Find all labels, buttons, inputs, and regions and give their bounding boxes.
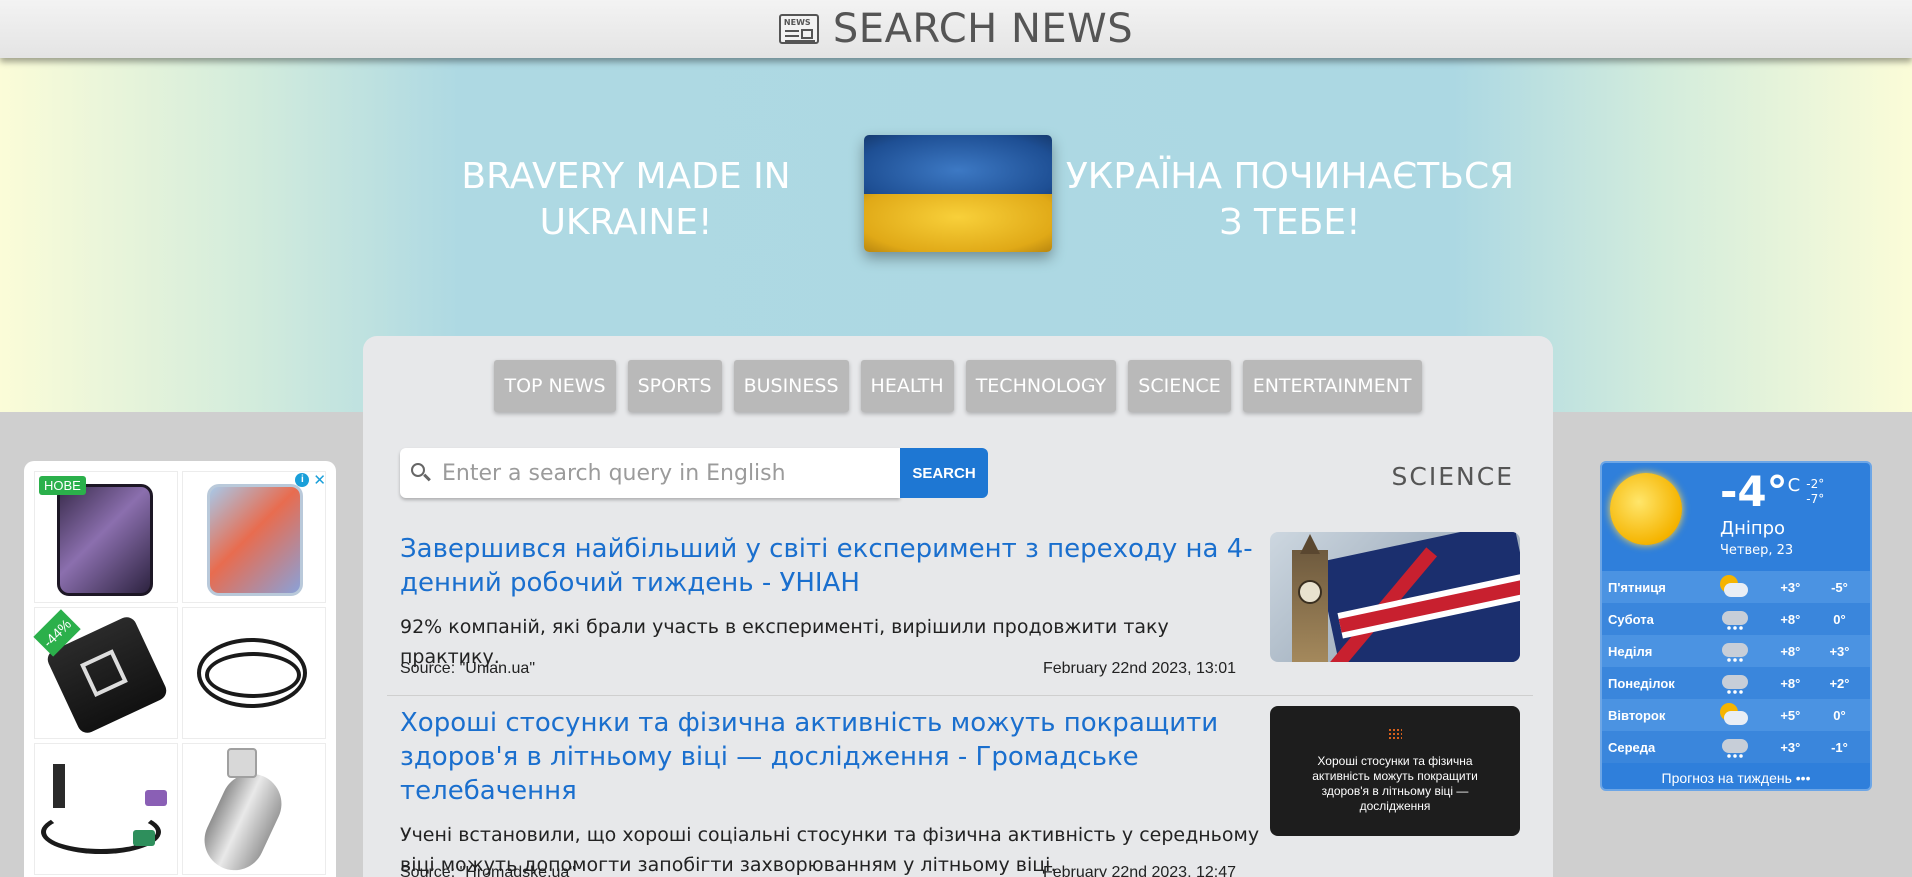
- article-meta: Source: "Hromadske.ua" February 22nd 202…: [400, 864, 1236, 877]
- article-source: Source: "Unian.ua": [400, 660, 535, 677]
- ad-info-icon[interactable]: i: [295, 473, 310, 487]
- temperature-min: -7°: [1806, 492, 1825, 506]
- site-logo[interactable]: NEWS SEARCH NEWS: [778, 6, 1134, 52]
- forecast-row: П'ятниця +3° -5°: [1602, 571, 1870, 603]
- category-health[interactable]: HEALTH: [860, 360, 954, 412]
- article-date: February 22nd 2023, 12:47: [1042, 864, 1236, 877]
- forecast-row: Середа +3° -1°: [1602, 731, 1870, 763]
- new-badge: НОВЕ: [39, 476, 86, 495]
- site-header: NEWS SEARCH NEWS: [0, 0, 1912, 58]
- category-sports[interactable]: SPORTS: [627, 360, 722, 412]
- weather-date: Четвер, 23: [1720, 543, 1794, 558]
- slogan-ukrainian: УКРАЇНА ПОЧИНАЄТЬСЯ З ТЕБЕ!: [1065, 156, 1515, 243]
- article-source: Source: "Hromadske.ua": [400, 864, 575, 877]
- sun-icon: [1610, 473, 1682, 545]
- newspaper-icon: NEWS: [778, 14, 819, 44]
- weather-city: Дніпро: [1720, 518, 1786, 539]
- category-top-news[interactable]: TOP NEWS: [494, 360, 616, 412]
- forecast-row: Субота +8° 0°: [1602, 603, 1870, 635]
- ad-product-iphone-blue[interactable]: [182, 471, 326, 603]
- category-entertainment[interactable]: ENTERTAINMENT: [1242, 360, 1422, 412]
- thumbnail-caption: Хороші стосунки та фізична активність мо…: [1312, 754, 1478, 813]
- ad-close-icon[interactable]: ✕: [313, 471, 326, 489]
- sun-cloud-icon: [1718, 575, 1748, 599]
- ad-banner[interactable]: i ✕ НОВЕ -44%: [24, 461, 336, 877]
- hromadske-logo-icon: [1388, 728, 1402, 740]
- article-date: February 22nd 2023, 13:01: [1042, 660, 1236, 677]
- snow-cloud-icon: [1718, 639, 1748, 663]
- weather-widget[interactable]: -4° C -2° -7° Дніпро Четвер, 23 П'ятниця…: [1600, 461, 1872, 791]
- weekly-forecast-link[interactable]: Прогноз на тиждень •••: [1602, 770, 1870, 786]
- article-divider: [387, 695, 1533, 696]
- ad-product-ps2-cable[interactable]: [34, 743, 178, 875]
- article-meta: Source: "Unian.ua" February 22nd 2023, 1…: [400, 660, 1236, 678]
- search-button[interactable]: SEARCH: [900, 448, 988, 498]
- sun-cloud-icon: [1718, 703, 1748, 727]
- temperature-max: -2°: [1806, 477, 1825, 491]
- category-business[interactable]: BUSINESS: [733, 360, 849, 412]
- search-input[interactable]: [442, 460, 882, 486]
- current-weather: -4° C -2° -7°: [1720, 467, 1824, 516]
- category-technology[interactable]: TECHNOLOGY: [965, 360, 1117, 412]
- current-section-label: SCIENCE: [1391, 462, 1514, 491]
- ad-product-usb-adapter[interactable]: -44%: [33, 607, 178, 739]
- temperature-unit: C: [1787, 475, 1801, 496]
- ad-controls: i ✕: [295, 471, 326, 489]
- site-title: SEARCH NEWS: [832, 6, 1134, 52]
- ad-product-usbc-audio-adapter[interactable]: [182, 743, 326, 877]
- news-article: Завершився найбільший у світі експеримен…: [400, 532, 1520, 682]
- news-panel: TOP NEWS SPORTS BUSINESS HEALTH TECHNOLO…: [363, 336, 1553, 877]
- article-thumbnail[interactable]: [1270, 532, 1520, 662]
- ad-product-audio-cable[interactable]: [182, 607, 326, 739]
- category-nav: TOP NEWS SPORTS BUSINESS HEALTH TECHNOLO…: [363, 360, 1553, 412]
- temperature-range: -2° -7°: [1806, 477, 1824, 507]
- article-thumbnail[interactable]: Хороші стосунки та фізична активність мо…: [1270, 706, 1520, 836]
- current-temperature: -4°: [1720, 467, 1788, 516]
- news-article: Хороші стосунки та фізична активність мо…: [400, 706, 1520, 877]
- category-science[interactable]: SCIENCE: [1128, 360, 1231, 412]
- snow-cloud-icon: [1718, 735, 1748, 759]
- weather-forecast-list: П'ятниця +3° -5° Субота +8° 0° Неділя +8…: [1602, 571, 1870, 763]
- forecast-row: Понеділок +8° +2°: [1602, 667, 1870, 699]
- search-bar: SEARCH: [400, 448, 988, 498]
- article-title[interactable]: Завершився найбільший у світі експеримен…: [400, 532, 1260, 600]
- search-box: [400, 448, 900, 498]
- ad-product-iphone-purple[interactable]: НОВЕ: [34, 471, 178, 603]
- ukraine-flag-image: [864, 135, 1052, 252]
- forecast-row: Неділя +8° +3°: [1602, 635, 1870, 667]
- search-icon: [410, 462, 432, 484]
- slogan-english: BRAVERY MADE IN UKRAINE!: [461, 156, 791, 243]
- snow-cloud-icon: [1718, 671, 1748, 695]
- article-title[interactable]: Хороші стосунки та фізична активність мо…: [400, 706, 1260, 808]
- snow-cloud-icon: [1718, 607, 1748, 631]
- forecast-row: Вівторок +5° 0°: [1602, 699, 1870, 731]
